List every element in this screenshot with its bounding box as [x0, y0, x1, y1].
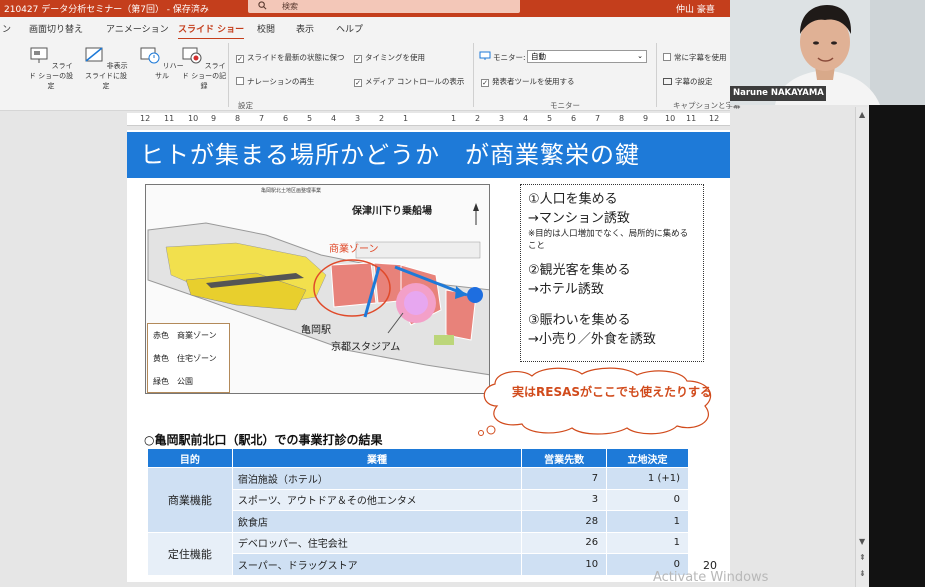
point-1-title: ①人口を集める: [528, 192, 618, 207]
dark-side-panel: [869, 105, 925, 587]
ribbon-divider: [228, 43, 229, 107]
user-name[interactable]: 仲山 豪喜: [676, 2, 715, 15]
thought-bubble: [478, 367, 711, 436]
industry-cell: スポーツ、アウトドア＆その他エンタメ: [231, 488, 523, 511]
tab-help[interactable]: ヘルプ: [336, 22, 363, 35]
participant-name: Narune NAKAYAMA: [730, 86, 826, 101]
group-cell: 定住機能: [147, 531, 233, 576]
stadium-label: 京都スタジアム: [331, 342, 401, 353]
activate-windows-watermark: Activate Windows: [653, 570, 769, 585]
point-3-title: ③賑わいを集める: [528, 313, 631, 328]
rehearse-button[interactable]: リハーサル: [138, 45, 186, 81]
group-label-monitor: モニター: [550, 101, 580, 110]
tab-transitions[interactable]: 画面切り替え: [29, 22, 83, 35]
tab-slideshow[interactable]: スライド ショー: [178, 22, 245, 40]
decided-cell: 1: [606, 531, 689, 554]
decided-cell: 1 (+1): [606, 467, 689, 490]
search-placeholder: 検索: [282, 2, 298, 11]
tab-design[interactable]: ン: [2, 22, 11, 35]
ribbon-divider: [656, 43, 657, 107]
industry-cell: 飲食店: [231, 510, 523, 533]
search-box[interactable]: 検索: [248, 0, 520, 13]
media-controls-checkbox[interactable]: ✓ メディア コントロールの表示: [354, 76, 464, 87]
point-1-detail: →マンション誘致: [528, 211, 630, 226]
count-cell: 7: [521, 467, 608, 490]
count-cell: 26: [521, 531, 608, 554]
always-captions-checkbox[interactable]: 常に字幕を使用: [663, 52, 727, 63]
point-2-title: ②観光客を集める: [528, 263, 631, 278]
ribbon-divider: [473, 43, 474, 107]
boat-dock-label: 保津川下り乗船場: [352, 206, 432, 217]
record-slideshow-button[interactable]: スライド ショーの記録: [180, 45, 228, 91]
decided-cell: 1: [606, 510, 689, 533]
table-row: 定住機能 デベロッパー、住宅会社 26 1: [147, 531, 689, 576]
presenter-view-checkbox[interactable]: ✓ 発表者ツールを使用する: [481, 76, 575, 87]
legend-item: 黄色 住宅ゾーン: [153, 354, 217, 363]
record-icon: [182, 47, 202, 64]
station-label: 亀岡駅: [301, 325, 331, 336]
column-header: 立地決定: [606, 448, 689, 468]
slide-canvas[interactable]: ヒトが集まる場所かどうか が商業繁栄の鍵 亀岡駅北土地区画整理事業 保津川下り乗…: [127, 130, 730, 582]
industry-cell: 宿泊施設（ホテル）: [231, 467, 523, 490]
point-2-detail: →ホテル誘致: [528, 282, 604, 297]
tab-view[interactable]: 表示: [296, 22, 314, 35]
decided-cell: 0: [606, 488, 689, 511]
column-header: 業種: [231, 448, 523, 468]
callout-text: 実はRESASがここでも使えたりする: [512, 385, 713, 399]
column-header: 目的: [147, 448, 233, 468]
vertical-scrollbar[interactable]: ▲ ▼ ⇞ ⇟: [855, 107, 869, 587]
point-3-detail: →小売り／外食を誘致: [528, 332, 656, 347]
hide-slide-icon: [85, 47, 103, 62]
webcam-feed: Narune NAKAYAMA: [730, 0, 925, 105]
industry-cell: デベロッパー、住宅会社: [231, 531, 523, 554]
tab-animations[interactable]: アニメーション: [106, 22, 169, 35]
horizontal-ruler: 12 11 10 9 8 7 6 5 4 3 2 1 1 2 3 4 5 6 7…: [127, 113, 730, 126]
ribbon-tabs: ン 画面切り替え アニメーション スライド ショー 校閲 表示 ヘルプ: [0, 17, 730, 40]
count-cell: 28: [521, 510, 608, 533]
legend-item: 緑色 公園: [153, 377, 193, 386]
chevron-down-icon: ⌄: [637, 52, 643, 60]
scroll-up-icon[interactable]: ▲: [859, 110, 865, 119]
map-legend: 赤色 商業ゾーン 黄色 住宅ゾーン 緑色 公園: [147, 323, 230, 393]
group-cell: 商業機能: [147, 467, 233, 533]
powerpoint-window: 210427 データ分析セミナー（第7回） - 保存済み 検索 仲山 豪喜 ン …: [0, 0, 925, 587]
count-cell: 10: [521, 553, 608, 576]
search-icon: [258, 1, 267, 10]
use-timings-checkbox[interactable]: ✓ タイミングを使用: [354, 52, 425, 63]
table-heading: ○亀岡駅前北口（駅北）での事業打診の結果: [144, 433, 383, 447]
hide-slide-button[interactable]: 非表示スライドに設定: [82, 45, 130, 91]
play-narration-checkbox[interactable]: ナレーションの再生: [236, 76, 314, 87]
commercial-zone-label: 商業ゾーン: [329, 244, 379, 255]
next-slide-icon[interactable]: ⇟: [859, 569, 866, 578]
tab-review[interactable]: 校閲: [257, 22, 275, 35]
ribbon: スライド ショーの設定 非表示スライドに設定 リハーサル スライド ショーの記録…: [0, 39, 741, 111]
rehearse-timer-icon: [140, 47, 160, 64]
zoning-map: 亀岡駅北土地区画整理事業 保津川下り乗船場 商業ゾーン 亀岡駅 京都スタジアム …: [145, 184, 490, 394]
monitor-icon: [479, 51, 491, 60]
captions-icon: [663, 78, 672, 85]
caption-settings-button[interactable]: 字幕の設定: [663, 76, 713, 87]
results-table: 目的 業種 営業先数 立地決定 商業機能 宿泊施設（ホテル） 7 1 (+1) …: [147, 448, 689, 576]
previous-slide-icon[interactable]: ⇞: [859, 553, 866, 562]
industry-cell: スーパー、ドラッグストア: [231, 553, 523, 576]
count-cell: 3: [521, 488, 608, 511]
document-title: 210427 データ分析セミナー（第7回） - 保存済み: [4, 5, 209, 15]
strategy-points: ①人口を集める →マンション誘致 ※目的は人口増加でなく、局所的に集めること ②…: [520, 184, 704, 362]
setup-slideshow-button[interactable]: スライド ショーの設定: [27, 45, 75, 91]
monitor-select[interactable]: 自動 ⌄: [527, 50, 647, 63]
slide-title: ヒトが集まる場所かどうか が商業繁栄の鍵: [127, 132, 730, 178]
table-row: 商業機能 宿泊施設（ホテル） 7 1 (+1): [147, 467, 689, 533]
scroll-down-icon[interactable]: ▼: [859, 537, 865, 546]
column-header: 営業先数: [521, 448, 608, 468]
monitor-label: モニター:: [493, 53, 526, 62]
title-bar: 210427 データ分析セミナー（第7回） - 保存済み 検索 仲山 豪喜: [0, 0, 730, 17]
point-1-note: ※目的は人口増加でなく、局所的に集めること: [528, 229, 689, 251]
legend-item: 赤色 商業ゾーン: [153, 331, 217, 340]
keep-updated-checkbox[interactable]: ✓ スライドを最新の状態に保つ: [236, 52, 345, 63]
slideshow-setup-icon: [30, 47, 48, 63]
group-label-setup: 設定: [238, 101, 253, 110]
